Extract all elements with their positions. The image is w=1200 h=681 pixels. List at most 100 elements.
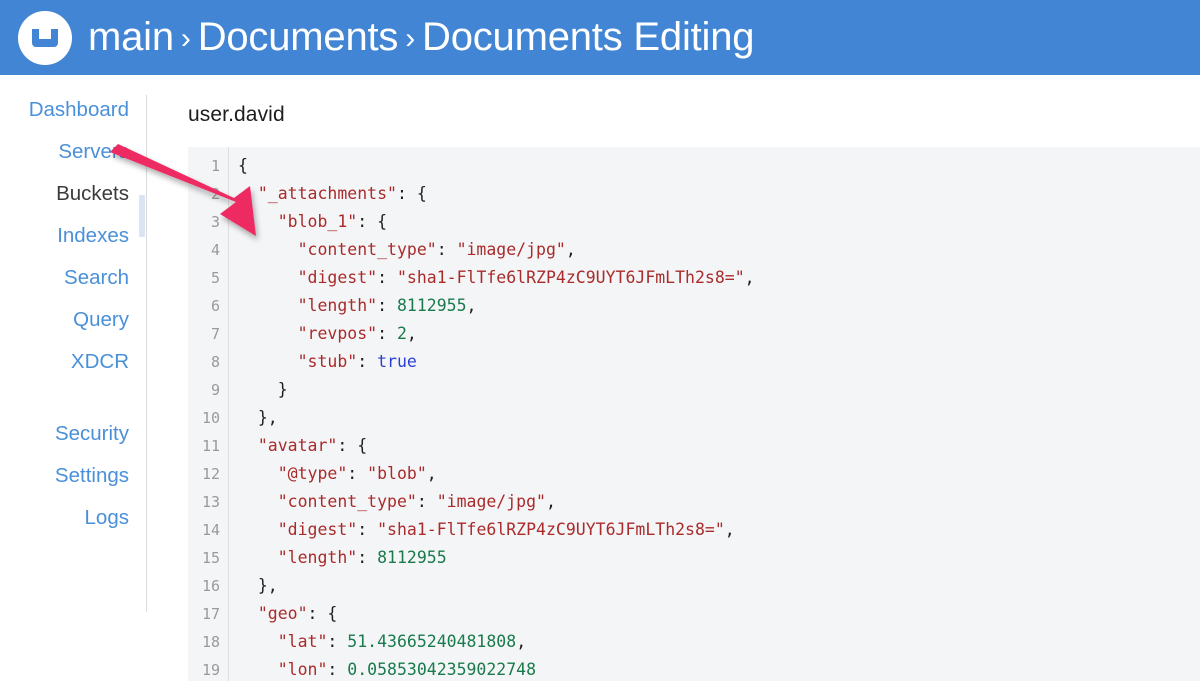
sidebar-primary-group: Dashboard Servers Buckets Indexes Search… [0, 75, 147, 383]
token-num: 0.05853042359022748 [347, 660, 537, 679]
token-punct [238, 548, 278, 567]
code-line: 6 "length": 8112955, [188, 292, 1200, 320]
token-key: "digest" [297, 268, 378, 287]
code-line: 18 "lat": 51.43665240481808, [188, 628, 1200, 656]
code-line: 1{ [188, 152, 1200, 180]
sidebar-item-search[interactable]: Search [0, 257, 147, 299]
token-str: "image/jpg" [436, 492, 546, 511]
token-punct: : { [307, 604, 338, 623]
token-punct [238, 436, 258, 455]
sidebar-divider [146, 95, 147, 612]
line-content[interactable]: "lat": 51.43665240481808, [228, 628, 1200, 656]
line-number: 11 [201, 437, 220, 455]
token-num: 8112955 [396, 296, 467, 315]
token-num: 8112955 [377, 548, 447, 567]
token-num: 51.43665240481808 [347, 632, 517, 651]
token-punct: , [545, 492, 556, 511]
sidebar-item-security[interactable]: Security [0, 413, 147, 455]
code-line: 14 "digest": "sha1-FlTfe6lRZP4zC9UYT6JFm… [188, 516, 1200, 544]
line-content[interactable]: }, [228, 572, 1200, 600]
token-punct: , [466, 296, 477, 315]
token-key: "_attachments" [257, 184, 397, 203]
line-content[interactable]: }, [228, 404, 1200, 432]
line-content[interactable]: } [228, 376, 1200, 404]
token-str: "sha1-FlTfe6lRZP4zC9UYT6JFmLTh2s8=" [377, 520, 725, 539]
couchbase-logo-icon [16, 9, 74, 67]
line-number: 16 [201, 577, 220, 595]
line-content[interactable]: "blob_1": { [228, 208, 1200, 236]
token-str: "blob" [367, 464, 427, 483]
line-content[interactable]: "length": 8112955, [228, 292, 1200, 320]
token-punct: : [416, 492, 437, 511]
token-punct: : [377, 296, 397, 315]
token-punct: , [744, 268, 755, 287]
line-content[interactable]: "content_type": "image/jpg", [228, 236, 1200, 264]
line-content[interactable]: "length": 8112955 [228, 544, 1200, 572]
sidebar-item-logs[interactable]: Logs [0, 497, 147, 539]
token-punct: : [327, 660, 348, 679]
sidebar-item-xdcr[interactable]: XDCR [0, 341, 147, 383]
line-content[interactable]: "_attachments": { [228, 180, 1200, 208]
token-str: "image/jpg" [456, 240, 566, 259]
token-punct [238, 240, 298, 259]
line-number: 4 [210, 241, 220, 259]
json-document-editor[interactable]: 1{2 "_attachments": {3 "blob_1": {4 "con… [188, 147, 1200, 681]
line-content[interactable]: "@type": "blob", [228, 460, 1200, 488]
token-punct: : [357, 548, 378, 567]
line-content[interactable]: "digest": "sha1-FlTfe6lRZP4zC9UYT6JFmLTh… [228, 516, 1200, 544]
line-number: 19 [201, 661, 220, 679]
code-line: 12 "@type": "blob", [188, 460, 1200, 488]
code-line: 19 "lon": 0.05853042359022748 [188, 656, 1200, 681]
sidebar-item-servers[interactable]: Servers [0, 131, 147, 173]
line-number: 10 [201, 409, 220, 427]
sidebar-item-dashboard[interactable]: Dashboard [0, 89, 147, 131]
token-key: "lon" [277, 660, 328, 679]
token-punct [238, 324, 298, 343]
token-punct [238, 660, 278, 679]
token-punct [238, 184, 258, 203]
sidebar-item-buckets[interactable]: Buckets [0, 173, 147, 215]
token-key: "geo" [257, 604, 308, 623]
breadcrumb: main › Documents › Documents Editing [88, 15, 755, 60]
breadcrumb-item-main[interactable]: main [88, 15, 174, 60]
token-key: "blob_1" [277, 212, 358, 231]
line-content[interactable]: "stub": true [228, 348, 1200, 376]
line-number: 2 [210, 185, 220, 203]
line-content[interactable]: "geo": { [228, 600, 1200, 628]
token-punct: } [238, 380, 288, 399]
token-str: "sha1-FlTfe6lRZP4zC9UYT6JFmLTh2s8=" [396, 268, 745, 287]
token-punct: }, [238, 408, 278, 427]
breadcrumb-item-documents[interactable]: Documents [198, 15, 399, 60]
sidebar-item-indexes[interactable]: Indexes [0, 215, 147, 257]
line-number: 13 [201, 493, 220, 511]
app-header: main › Documents › Documents Editing [0, 0, 1200, 75]
token-punct: , [724, 520, 735, 539]
line-content[interactable]: "revpos": 2, [228, 320, 1200, 348]
token-key: "digest" [277, 520, 358, 539]
breadcrumb-item-documents-editing: Documents Editing [422, 15, 755, 59]
sidebar-item-settings[interactable]: Settings [0, 455, 147, 497]
sidebar-item-query[interactable]: Query [0, 299, 147, 341]
line-content[interactable]: { [228, 152, 1200, 180]
code-line: 11 "avatar": { [188, 432, 1200, 460]
token-punct [238, 520, 278, 539]
line-number: 3 [210, 213, 220, 231]
code-line: 7 "revpos": 2, [188, 320, 1200, 348]
code-line: 15 "length": 8112955 [188, 544, 1200, 572]
line-content[interactable]: "avatar": { [228, 432, 1200, 460]
code-line: 2 "_attachments": { [188, 180, 1200, 208]
breadcrumb-separator-icon: › [180, 22, 191, 55]
line-content[interactable]: "digest": "sha1-FlTfe6lRZP4zC9UYT6JFmLTh… [228, 264, 1200, 292]
line-content[interactable]: "content_type": "image/jpg", [228, 488, 1200, 516]
token-punct: : { [396, 184, 427, 203]
line-content[interactable]: "lon": 0.05853042359022748 [228, 656, 1200, 681]
document-id-title: user.david [188, 103, 285, 126]
token-punct: : [327, 632, 348, 651]
token-punct [238, 632, 278, 651]
token-punct: : [357, 352, 378, 371]
token-punct: , [426, 464, 437, 483]
token-punct [238, 464, 278, 483]
token-punct [238, 268, 298, 287]
token-punct [238, 296, 298, 315]
token-punct: : [436, 240, 457, 259]
